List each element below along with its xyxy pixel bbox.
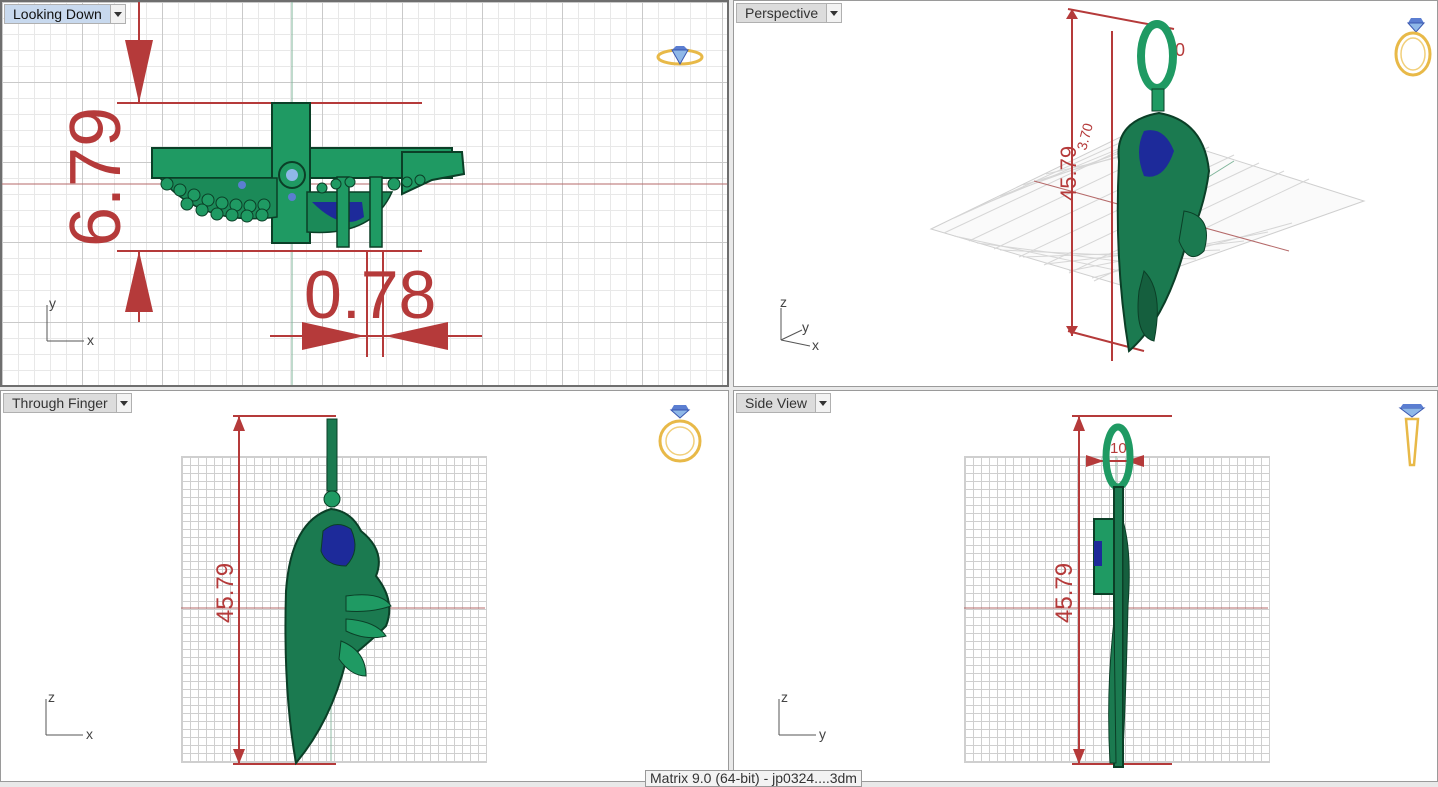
viewport-tab-looking-down[interactable]: Looking Down: [4, 4, 126, 24]
axis-label-x: x: [86, 726, 93, 742]
side-view-scene: 45.79 10: [964, 415, 1268, 768]
viewport-menu-chevron-down-icon[interactable]: [110, 4, 126, 24]
axis-label-y: y: [802, 319, 809, 335]
dimension-height-label: 6.79: [56, 107, 136, 247]
dimension-length-label: 45.79: [212, 563, 239, 623]
viewport-menu-chevron-down-icon[interactable]: [816, 393, 832, 413]
viewport-menu-chevron-down-icon[interactable]: [116, 393, 132, 413]
dimension-length-label: 45.79: [1056, 146, 1081, 201]
axis-label-x: x: [812, 337, 819, 353]
viewport-title: Through Finger: [3, 393, 117, 413]
ring-view-icon[interactable]: [655, 42, 705, 75]
axis-indicator: y x: [44, 295, 104, 348]
viewport-tab-through-finger[interactable]: Through Finger: [3, 393, 132, 413]
viewport-title: Side View: [736, 393, 817, 413]
viewport-title: Perspective: [736, 3, 828, 23]
dimension-small-label: 10: [1110, 440, 1127, 457]
status-tooltip: Matrix 9.0 (64-bit) - jp0324....3dm: [645, 770, 862, 787]
axis-indicator: z x: [43, 689, 103, 742]
viewport-looking-down[interactable]: 6.79 0.78 Looking Down y x: [0, 0, 729, 387]
dimension-length-label: 45.79: [1051, 563, 1078, 623]
viewport-through-finger[interactable]: 45.79 Through Finger z x: [0, 390, 729, 782]
ring-view-icon[interactable]: [1391, 16, 1435, 83]
viewport-perspective[interactable]: 45.79 3.70 0 Perspective z y x: [733, 0, 1438, 387]
axis-label-z: z: [48, 689, 55, 705]
axis-indicator: z y: [776, 689, 836, 742]
dimension-small-a-label: 3.70: [1073, 121, 1096, 152]
viewport-tab-perspective[interactable]: Perspective: [736, 3, 843, 23]
axis-label-y: y: [49, 295, 56, 311]
viewport-side-view[interactable]: 45.79 10 Side View z y: [733, 390, 1438, 782]
axis-label-y: y: [819, 726, 826, 742]
axis-label-x: x: [87, 332, 94, 348]
ring-view-icon[interactable]: [1397, 403, 1427, 474]
viewport-menu-chevron-down-icon[interactable]: [827, 3, 843, 23]
axis-label-z: z: [781, 689, 788, 705]
dimension-gap-label: 0.78: [304, 257, 436, 333]
viewport-title: Looking Down: [4, 4, 111, 24]
axis-label-z: z: [780, 294, 787, 310]
viewport-tab-side-view[interactable]: Side View: [736, 393, 832, 413]
axis-indicator: z y x: [776, 294, 856, 354]
through-finger-scene: 45.79: [181, 415, 485, 766]
looking-down-scene: 6.79 0.78: [2, 2, 727, 385]
ring-view-icon[interactable]: [656, 403, 704, 470]
